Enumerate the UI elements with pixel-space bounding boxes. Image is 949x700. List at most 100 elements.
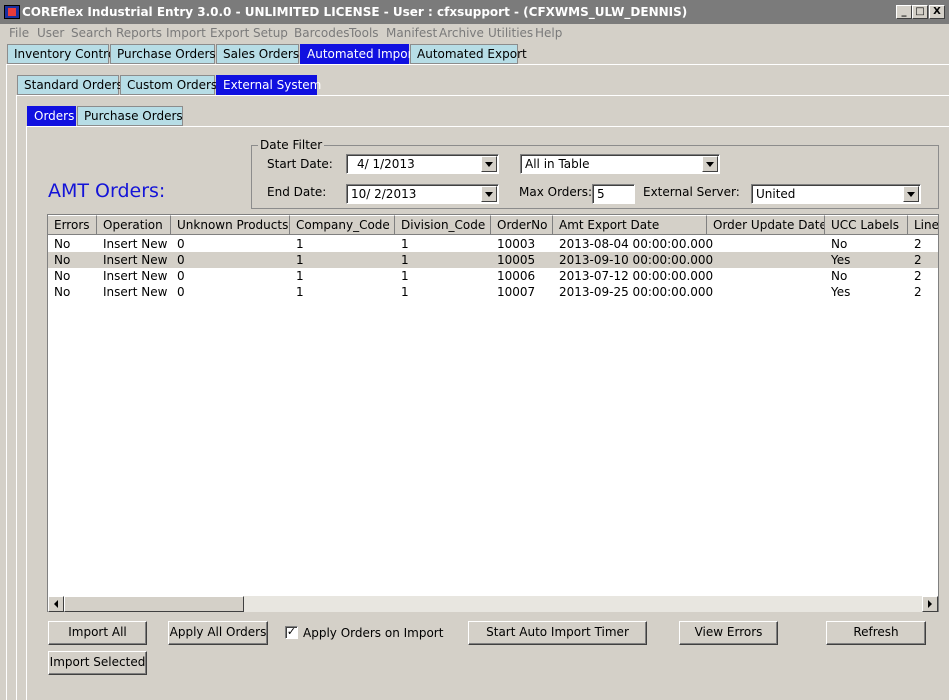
horizontal-scrollbar[interactable]	[48, 596, 938, 612]
tab-inventory-control[interactable]: Inventory Control	[7, 44, 119, 64]
tab-automated-import[interactable]: Automated Import	[300, 44, 417, 64]
cell-unknown-products: 0	[177, 237, 185, 251]
cell-operation: Insert New	[103, 285, 168, 299]
table-row[interactable]: No Insert New 0 1 1 10007 2013-09-25 00:…	[48, 284, 938, 300]
table-row[interactable]: No Insert New 0 1 1 10006 2013-07-12 00:…	[48, 268, 938, 284]
cell-operation: Insert New	[103, 269, 168, 283]
cell-orderno: 10007	[497, 285, 536, 299]
tab-purchase-orders[interactable]: Purchase Orders	[110, 44, 216, 64]
cell-line: 2	[914, 285, 922, 299]
tab-sales-orders[interactable]: Sales Orders	[216, 44, 299, 64]
menu-archive[interactable]: Archive	[439, 26, 484, 40]
cell-ucc-labels: No	[831, 237, 848, 251]
tab-standard-orders[interactable]: Standard Orders	[17, 75, 123, 95]
menu-manifest[interactable]: Manifest	[386, 26, 437, 40]
cell-amt-export-date: 2013-09-25 00:00:00.000	[559, 285, 714, 299]
apply-all-orders-button[interactable]: Apply All Orders	[168, 621, 268, 645]
column-header-line[interactable]: Line	[908, 215, 938, 235]
scroll-thumb[interactable]	[64, 596, 244, 612]
cell-company-code: 1	[296, 253, 304, 267]
cell-operation: Insert New	[103, 253, 168, 267]
cell-errors: No	[54, 269, 71, 283]
start-auto-import-timer-button[interactable]: Start Auto Import Timer	[468, 621, 647, 645]
menu-tools[interactable]: Tools	[349, 26, 379, 40]
cell-amt-export-date: 2013-09-10 00:00:00.000	[559, 253, 714, 267]
table-row[interactable]: No Insert New 0 1 1 10005 2013-09-10 00:…	[48, 252, 938, 268]
chevron-down-icon[interactable]	[903, 186, 919, 202]
chevron-down-icon[interactable]	[481, 156, 497, 172]
cell-errors: No	[54, 253, 71, 267]
menu-barcodes[interactable]: Barcodes	[294, 26, 349, 40]
cell-ucc-labels: No	[831, 269, 848, 283]
import-selected-button[interactable]: Import Selected	[48, 651, 147, 675]
column-header-company-code[interactable]: Company_Code	[290, 215, 395, 235]
cell-operation: Insert New	[103, 237, 168, 251]
column-header-amt-export-date[interactable]: Amt Export Date	[553, 215, 707, 235]
apply-on-import-checkbox[interactable]: ✓	[285, 626, 298, 639]
menu-setup[interactable]: Setup	[253, 26, 288, 40]
tab-custom-orders[interactable]: Custom Orders	[120, 75, 217, 95]
column-header-orderno[interactable]: OrderNo	[491, 215, 553, 235]
menu-file[interactable]: File	[9, 26, 29, 40]
chevron-down-icon[interactable]	[481, 186, 497, 202]
cell-unknown-products: 0	[177, 253, 185, 267]
tab-inner-purchase-orders[interactable]: Purchase Orders	[77, 106, 183, 126]
start-date-picker[interactable]: 4/ 1/2013	[346, 154, 499, 174]
cell-ucc-labels: Yes	[831, 253, 851, 267]
menu-user[interactable]: User	[37, 26, 64, 40]
scroll-left-icon[interactable]	[48, 596, 64, 612]
column-header-order-update-date[interactable]: Order Update Date	[707, 215, 825, 235]
cell-orderno: 10006	[497, 269, 536, 283]
cell-amt-export-date: 2013-08-04 00:00:00.000	[559, 237, 714, 251]
cell-division-code: 1	[401, 237, 409, 251]
column-header-ucc-labels[interactable]: UCC Labels	[825, 215, 908, 235]
maximize-button[interactable]: □	[912, 5, 928, 19]
orders-table[interactable]: Errors Operation Unknown Products Compan…	[47, 214, 939, 612]
cell-unknown-products: 0	[177, 285, 185, 299]
menu-search[interactable]: Search	[71, 26, 112, 40]
cell-orderno: 10005	[497, 253, 536, 267]
cell-division-code: 1	[401, 285, 409, 299]
tab-automated-export[interactable]: Automated Export	[410, 44, 527, 64]
tab-external-system[interactable]: External System	[216, 75, 321, 95]
cell-division-code: 1	[401, 253, 409, 267]
table-row[interactable]: No Insert New 0 1 1 10003 2013-08-04 00:…	[48, 236, 938, 252]
end-date-picker[interactable]: 10/ 2/2013	[346, 184, 499, 204]
apply-on-import-label: Apply Orders on Import	[303, 626, 444, 640]
app-icon	[4, 5, 20, 19]
menu-help[interactable]: Help	[535, 26, 562, 40]
scroll-right-icon[interactable]	[922, 596, 938, 612]
chevron-down-icon[interactable]	[702, 156, 718, 172]
refresh-button[interactable]: Refresh	[826, 621, 926, 645]
menu-utilities[interactable]: Utilities	[488, 26, 533, 40]
section-title: AMT Orders:	[48, 180, 166, 202]
column-header-operation[interactable]: Operation	[97, 215, 171, 235]
column-header-errors[interactable]: Errors	[48, 215, 97, 235]
start-date-label: Start Date:	[267, 157, 333, 171]
cell-line: 2	[914, 237, 922, 251]
cell-line: 2	[914, 253, 922, 267]
column-header-division-code[interactable]: Division_Code	[395, 215, 491, 235]
cell-company-code: 1	[296, 237, 304, 251]
column-header-unknown-products[interactable]: Unknown Products	[171, 215, 290, 235]
menu-export[interactable]: Export	[210, 26, 249, 40]
view-errors-button[interactable]: View Errors	[679, 621, 778, 645]
menu-reports[interactable]: Reports	[116, 26, 162, 40]
cell-line: 2	[914, 269, 922, 283]
max-orders-input[interactable]: 5	[592, 184, 635, 204]
cell-ucc-labels: Yes	[831, 285, 851, 299]
scope-value: All in Table	[525, 157, 590, 171]
minimize-button[interactable]: _	[896, 5, 912, 19]
scope-select[interactable]: All in Table	[520, 154, 720, 174]
window-title: COREflex Industrial Entry 3.0.0 - UNLIMI…	[22, 5, 688, 19]
import-all-button[interactable]: Import All	[48, 621, 147, 645]
cell-company-code: 1	[296, 285, 304, 299]
external-server-select[interactable]: United	[751, 184, 921, 204]
menu-import[interactable]: Import	[166, 26, 206, 40]
menu-bar: File User Search Reports Import Export S…	[0, 24, 949, 44]
cell-errors: No	[54, 237, 71, 251]
end-date-label: End Date:	[267, 185, 327, 199]
tab-orders[interactable]: Orders	[27, 106, 76, 126]
close-button[interactable]: X	[929, 5, 945, 19]
title-bar: COREflex Industrial Entry 3.0.0 - UNLIMI…	[0, 0, 949, 24]
